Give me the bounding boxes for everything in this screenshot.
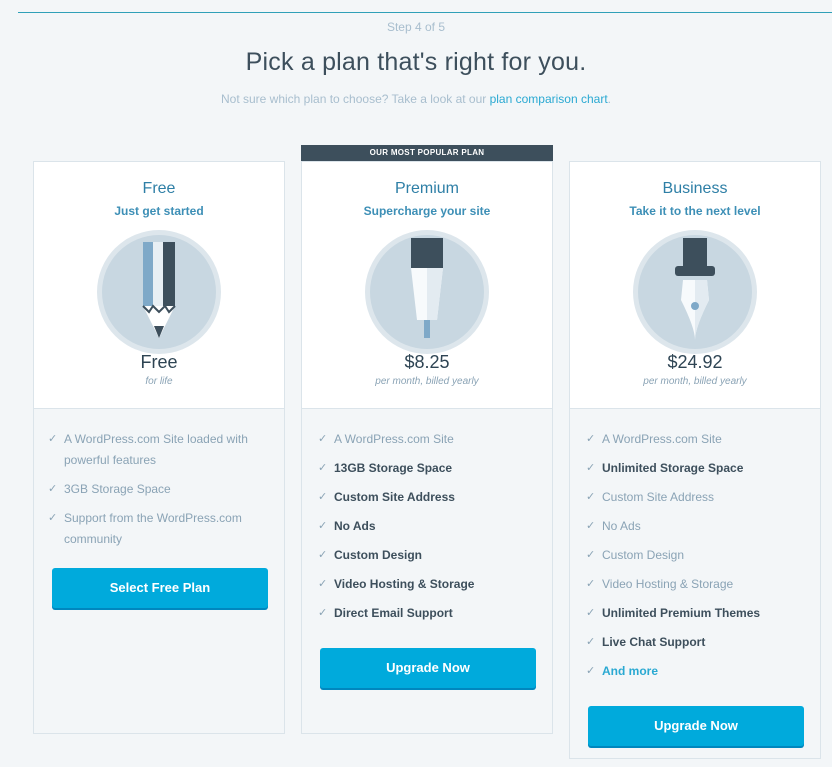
feature-item: ✓ 13GB Storage Space xyxy=(318,458,536,479)
checkmark-icon: ✓ xyxy=(586,549,596,561)
feature-item: ✓ No Ads xyxy=(318,516,536,537)
feature-item: ✓ Custom Site Address xyxy=(318,487,536,508)
plan-card-free: Free Just get started Free for life ✓ A W… xyxy=(33,161,285,734)
plan-price: $8.25 xyxy=(404,352,450,372)
popular-plan-banner: OUR MOST POPULAR PLAN xyxy=(301,145,553,161)
checkmark-icon: ✓ xyxy=(586,578,596,590)
feature-item: ✓ Unlimited Storage Space xyxy=(586,458,804,479)
plan-card-business: Business Take it to the next level $24.9… xyxy=(569,161,821,759)
checkmark-icon: ✓ xyxy=(318,462,328,474)
fountain-pen-icon xyxy=(633,230,757,354)
plan-tagline: Just get started xyxy=(114,204,204,218)
feature-list: ✓ A WordPress.com Site ✓ Unlimited Storage… xyxy=(570,409,820,682)
plan-name: Business xyxy=(662,180,728,197)
plan-header-business: Business Take it to the next level $24.9… xyxy=(569,161,821,409)
and-more-link[interactable]: ✓ And more xyxy=(586,661,804,682)
feature-item: ✓ Custom Design xyxy=(586,545,804,566)
checkmark-icon: ✓ xyxy=(318,578,328,590)
feature-item: ✓ Video Hosting & Storage xyxy=(318,574,536,595)
checkmark-icon: ✓ xyxy=(318,520,328,532)
feature-list: ✓ A WordPress.com Site loaded with powerf… xyxy=(34,409,284,550)
plan-features-premium: ✓ A WordPress.com Site ✓ 13GB Storage Spac… xyxy=(301,409,553,734)
pen-icon xyxy=(365,230,489,354)
plan-tagline: Supercharge your site xyxy=(363,204,491,218)
feature-item: ✓ Unlimited Premium Themes xyxy=(586,603,804,624)
checkmark-icon: ✓ xyxy=(586,665,596,677)
step-indicator: Step 4 of 5 xyxy=(386,20,446,34)
plan-price: Free xyxy=(140,352,178,372)
feature-item: ✓ Video Hosting & Storage xyxy=(586,574,804,595)
checkmark-icon: ✓ xyxy=(586,491,596,503)
checkmark-icon: ✓ xyxy=(318,549,328,561)
plan-tagline: Take it to the next level xyxy=(629,204,761,218)
plan-comparison-link[interactable]: plan comparison chart xyxy=(490,92,608,106)
feature-item: ✓ 3GB Storage Space xyxy=(48,479,270,500)
select-free-plan-button[interactable]: Select Free Plan xyxy=(52,568,268,608)
checkmark-icon: ✓ xyxy=(586,636,596,648)
plan-features-free: ✓ A WordPress.com Site loaded with powerf… xyxy=(33,409,285,734)
checkmark-icon: ✓ xyxy=(318,607,328,619)
plan-price-note: for life xyxy=(145,376,173,387)
feature-item: ✓ Direct Email Support xyxy=(318,603,536,624)
plan-header-premium: Premium Supercharge your site $8.25 per … xyxy=(301,161,553,409)
upgrade-business-button[interactable]: Upgrade Now xyxy=(588,706,804,746)
plan-header-free: Free Just get started Free for life xyxy=(33,161,285,409)
checkmark-icon: ✓ xyxy=(586,462,596,474)
checkmark-icon: ✓ xyxy=(48,483,58,495)
checkmark-icon: ✓ xyxy=(318,491,328,503)
page-subtitle: Not sure which plan to choose? Take a lo… xyxy=(0,92,832,106)
plan-price: $24.92 xyxy=(667,352,723,372)
checkmark-icon: ✓ xyxy=(586,433,596,445)
plan-name: Free xyxy=(142,180,176,197)
checkmark-icon: ✓ xyxy=(586,520,596,532)
feature-item: ✓ Custom Site Address xyxy=(586,487,804,508)
feature-item: ✓ Live Chat Support xyxy=(586,632,804,653)
subtitle-suffix: . xyxy=(607,92,611,106)
checkmark-icon: ✓ xyxy=(586,607,596,619)
top-divider xyxy=(18,12,832,13)
page-title: Pick a plan that's right for you. xyxy=(245,48,587,76)
feature-list: ✓ A WordPress.com Site ✓ 13GB Storage Spac… xyxy=(302,409,552,624)
feature-item: ✓ Support from the WordPress.com communit… xyxy=(48,508,270,550)
feature-item: ✓ A WordPress.com Site xyxy=(586,429,804,450)
plan-price-note: per month, billed yearly xyxy=(375,376,479,387)
plan-name: Premium xyxy=(394,180,459,197)
checkmark-icon: ✓ xyxy=(48,512,58,524)
plan-card-premium: Premium Supercharge your site $8.25 per … xyxy=(301,161,553,734)
feature-item: ✓ No Ads xyxy=(586,516,804,537)
plan-price-note: per month, billed yearly xyxy=(643,376,747,387)
checkmark-icon: ✓ xyxy=(318,433,328,445)
checkmark-icon: ✓ xyxy=(48,433,58,445)
plan-features-business: ✓ A WordPress.com Site ✓ Unlimited Storage… xyxy=(569,409,821,759)
feature-item: ✓ Custom Design xyxy=(318,545,536,566)
feature-item: ✓ A WordPress.com Site loaded with powerf… xyxy=(48,429,270,471)
subtitle-text: Not sure which plan to choose? Take a lo… xyxy=(220,92,490,106)
upgrade-premium-button[interactable]: Upgrade Now xyxy=(320,648,536,688)
pencil-icon xyxy=(97,230,221,354)
feature-item: ✓ A WordPress.com Site xyxy=(318,429,536,450)
